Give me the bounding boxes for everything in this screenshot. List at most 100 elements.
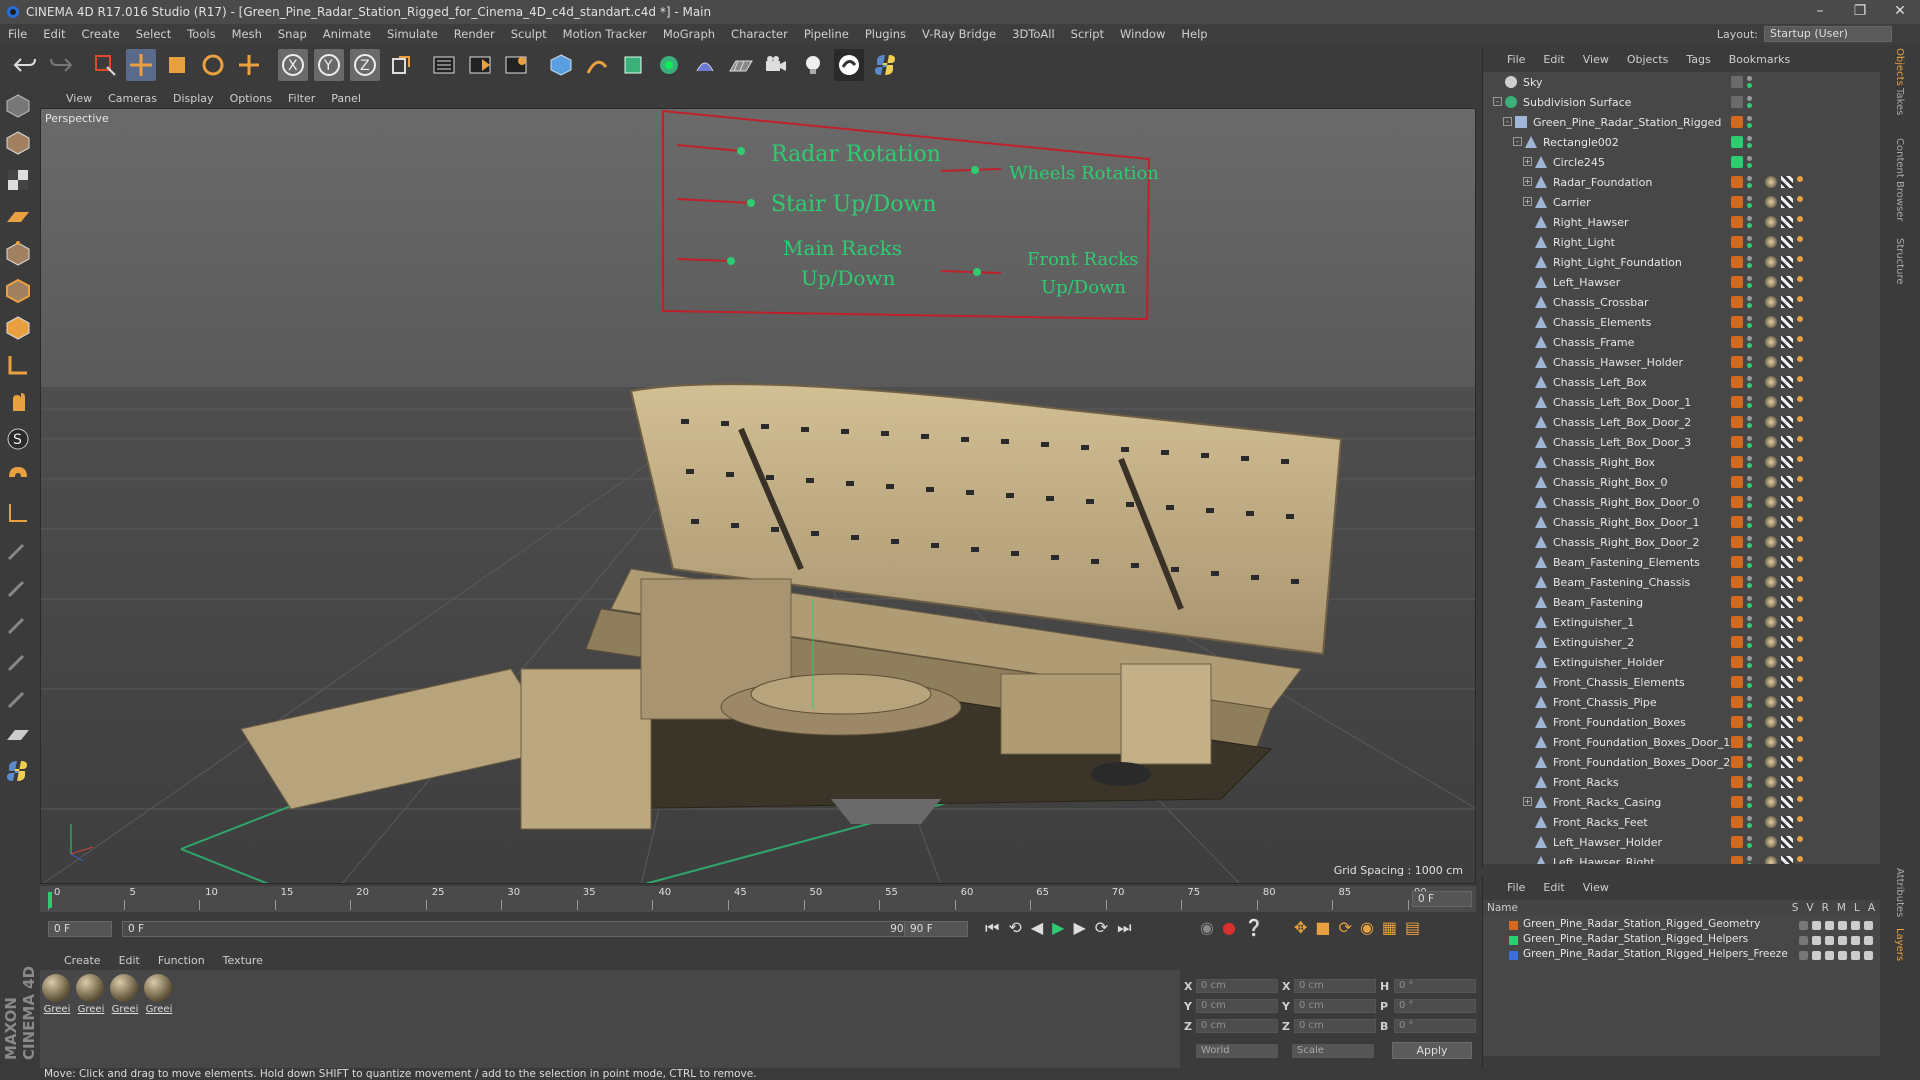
editor-visibility-dot[interactable] <box>1747 276 1752 281</box>
menu-tools[interactable]: Tools <box>187 27 215 41</box>
timeline-window-icon[interactable]: ▤ <box>1405 918 1420 937</box>
object-row[interactable]: Beam_Fastening_Chassis <box>1483 572 1881 592</box>
timeline-end-field[interactable]: 0 F <box>1412 891 1472 907</box>
render-visibility-dot[interactable] <box>1747 563 1752 568</box>
transform-tool-icon[interactable] <box>234 49 264 81</box>
render-visibility-dot[interactable] <box>1747 483 1752 488</box>
uvw-tag-icon[interactable] <box>1781 476 1793 488</box>
layers-menu-edit[interactable]: Edit <box>1543 881 1564 894</box>
phong-tag-icon[interactable] <box>1797 616 1803 622</box>
render-visibility-dot[interactable] <box>1747 203 1752 208</box>
material-swatch-3[interactable]: Greei <box>110 974 140 1015</box>
key-rotation-icon[interactable]: ⟳ <box>1339 918 1352 937</box>
uvw-tag-icon[interactable] <box>1781 176 1793 188</box>
menu-file[interactable]: File <box>8 27 27 41</box>
viewport-menu-options[interactable]: Options <box>230 92 272 105</box>
render-visibility-dot[interactable] <box>1747 143 1752 148</box>
layer-flag-icon[interactable] <box>1851 951 1860 960</box>
viewport-menu-cameras[interactable]: Cameras <box>108 92 157 105</box>
object-row[interactable]: Right_Light_Foundation <box>1483 252 1881 272</box>
viewport-menu-view[interactable]: View <box>66 92 92 105</box>
render-visibility-dot[interactable] <box>1747 183 1752 188</box>
object-row[interactable]: + Front_Racks_Casing <box>1483 792 1881 812</box>
layer-flag-icon[interactable] <box>1838 936 1847 945</box>
editor-visibility-dot[interactable] <box>1747 716 1752 721</box>
end-frame-field[interactable]: 90 F <box>904 921 968 937</box>
uvw-tag-icon[interactable] <box>1781 236 1793 248</box>
viewport-menu-panel[interactable]: Panel <box>331 92 361 105</box>
texture-tag-icon[interactable] <box>1765 316 1777 328</box>
object-row[interactable]: + Carrier <box>1483 192 1881 212</box>
points-mode-icon[interactable] <box>3 239 33 269</box>
texture-tag-icon[interactable] <box>1765 416 1777 428</box>
editor-visibility-dot[interactable] <box>1747 696 1752 701</box>
texture-tag-icon[interactable] <box>1765 216 1777 228</box>
object-row[interactable]: Chassis_Hawser_Holder <box>1483 352 1881 372</box>
uvw-tag-icon[interactable] <box>1781 836 1793 848</box>
uvw-tag-icon[interactable] <box>1781 616 1793 628</box>
editor-visibility-dot[interactable] <box>1747 676 1752 681</box>
edges-mode-icon[interactable] <box>3 276 33 306</box>
uvw-tag-icon[interactable] <box>1781 696 1793 708</box>
previous-key-icon[interactable]: ⟲ <box>1008 918 1021 938</box>
h-rotation-field[interactable]: 0 ° <box>1394 979 1476 993</box>
object-row[interactable]: Beam_Fastening <box>1483 592 1881 612</box>
editor-visibility-dot[interactable] <box>1747 576 1752 581</box>
phong-tag-icon[interactable] <box>1797 476 1803 482</box>
phong-tag-icon[interactable] <box>1797 316 1803 322</box>
phong-tag-icon[interactable] <box>1797 276 1803 282</box>
material-menu-create[interactable]: Create <box>64 954 101 967</box>
render-visibility-dot[interactable] <box>1747 743 1752 748</box>
object-row[interactable]: Left_Hawser_Right <box>1483 852 1881 864</box>
layer-row[interactable]: Green_Pine_Radar_Station_Rigged_Helpers_… <box>1483 948 1881 963</box>
menu-render[interactable]: Render <box>454 27 495 41</box>
editor-visibility-dot[interactable] <box>1747 556 1752 561</box>
phong-tag-icon[interactable] <box>1797 716 1803 722</box>
menu-animate[interactable]: Animate <box>323 27 371 41</box>
record-active-icon[interactable]: ● <box>1222 918 1236 937</box>
key-scale-icon[interactable]: ■ <box>1315 918 1330 937</box>
lock-workplane-icon[interactable] <box>3 720 33 750</box>
render-visibility-dot[interactable] <box>1747 803 1752 808</box>
layer-flag-icon[interactable] <box>1825 921 1834 930</box>
render-visibility-dot[interactable] <box>1747 223 1752 228</box>
editor-visibility-dot[interactable] <box>1747 256 1752 261</box>
texture-tag-icon[interactable] <box>1765 776 1777 788</box>
editor-visibility-dot[interactable] <box>1747 76 1752 81</box>
motion-record-icon[interactable]: ◉ <box>1200 918 1214 937</box>
editor-visibility-dot[interactable] <box>1747 296 1752 301</box>
object-row[interactable]: Left_Hawser_Holder <box>1483 832 1881 852</box>
objects-menu-file[interactable]: File <box>1507 53 1525 66</box>
menu-mesh[interactable]: Mesh <box>232 27 262 41</box>
layer-flag-icon[interactable] <box>1838 951 1847 960</box>
phong-tag-icon[interactable] <box>1797 696 1803 702</box>
viewport-menu-display[interactable]: Display <box>173 92 214 105</box>
menu-mograph[interactable]: MoGraph <box>663 27 715 41</box>
editor-visibility-dot[interactable] <box>1747 776 1752 781</box>
menu-script[interactable]: Script <box>1071 27 1104 41</box>
next-key-icon[interactable]: ⟳ <box>1095 918 1108 938</box>
uvw-tag-icon[interactable] <box>1781 776 1793 788</box>
object-row[interactable]: Extinguisher_2 <box>1483 632 1881 652</box>
previous-frame-icon[interactable]: ◀ <box>1031 918 1043 938</box>
camera-icon[interactable] <box>762 49 792 81</box>
phong-tag-icon[interactable] <box>1797 336 1803 342</box>
tweak-mode-icon[interactable] <box>3 387 33 417</box>
layer-color-swatch[interactable] <box>1509 936 1518 945</box>
object-row[interactable]: - Green_Pine_Radar_Station_Rigged <box>1483 112 1881 132</box>
menu-3dtoall[interactable]: 3DToAll <box>1012 27 1055 41</box>
object-row[interactable]: Chassis_Right_Box <box>1483 452 1881 472</box>
render-visibility-dot[interactable] <box>1747 823 1752 828</box>
side-tab-objects[interactable]: Objects <box>1894 48 1905 86</box>
uvw-tag-icon[interactable] <box>1781 536 1793 548</box>
snap-icon[interactable]: S <box>3 424 33 454</box>
phong-tag-icon[interactable] <box>1797 396 1803 402</box>
material-menu-texture[interactable]: Texture <box>223 954 263 967</box>
editor-visibility-dot[interactable] <box>1747 496 1752 501</box>
uvw-tag-icon[interactable] <box>1781 416 1793 428</box>
polygons-mode-icon[interactable] <box>3 313 33 343</box>
uvw-tag-icon[interactable] <box>1781 316 1793 328</box>
side-tab-content-browser[interactable]: Content Browser <box>1894 138 1905 221</box>
editor-visibility-dot[interactable] <box>1747 456 1752 461</box>
phong-tag-icon[interactable] <box>1797 856 1803 862</box>
